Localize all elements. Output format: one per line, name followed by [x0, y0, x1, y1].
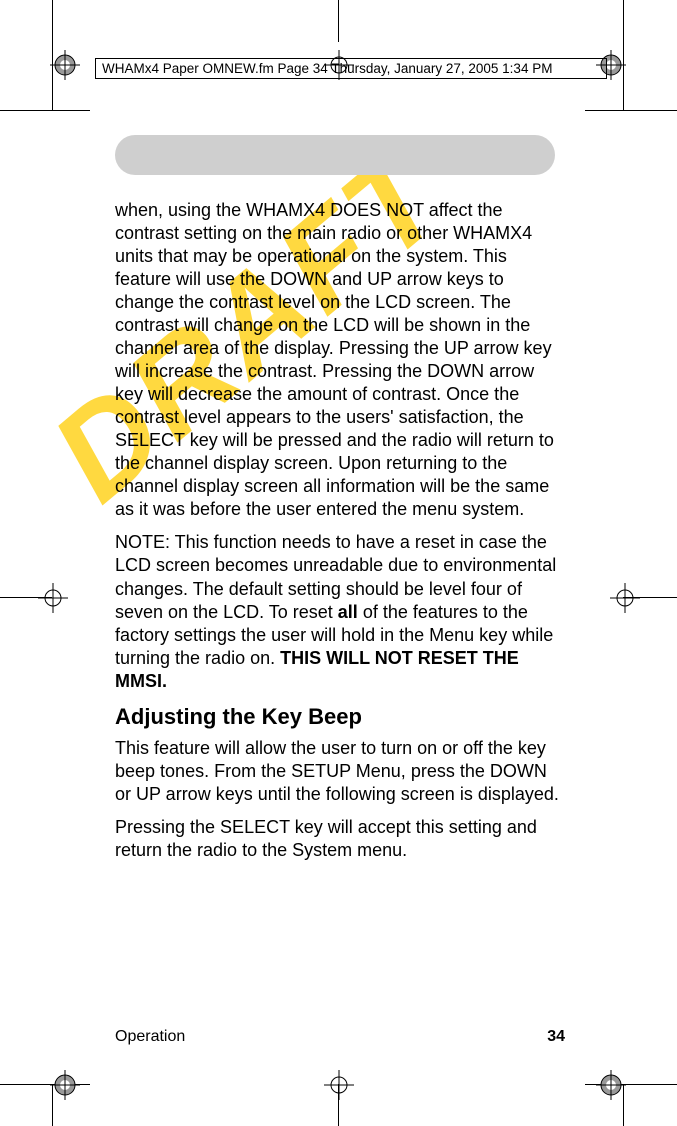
- page-footer: Operation 34: [115, 1028, 565, 1046]
- body-paragraph: NOTE: This function needs to have a rese…: [115, 531, 565, 692]
- registration-mark-icon: [324, 1070, 354, 1100]
- body-paragraph: Pressing the SELECT key will accept this…: [115, 816, 565, 862]
- page-content: when, using the WHAMX4 DOES NOT affect t…: [115, 135, 565, 872]
- subheading: Adjusting the Key Beep: [115, 703, 565, 731]
- running-head: WHAMx4 Paper OMNEW.fm Page 34 Thursday, …: [95, 58, 607, 79]
- registration-mark-icon: [38, 583, 68, 613]
- registration-mark-icon: [50, 50, 80, 80]
- body-paragraph: when, using the WHAMX4 DOES NOT affect t…: [115, 199, 565, 521]
- footer-section-label: Operation: [115, 1028, 185, 1046]
- registration-mark-icon: [596, 1070, 626, 1100]
- registration-mark-icon: [610, 583, 640, 613]
- section-header-bar: [115, 135, 555, 175]
- registration-mark-icon: [50, 1070, 80, 1100]
- body-text-bold: all: [338, 602, 358, 622]
- page-number: 34: [547, 1028, 565, 1046]
- body-paragraph: This feature will allow the user to turn…: [115, 737, 565, 806]
